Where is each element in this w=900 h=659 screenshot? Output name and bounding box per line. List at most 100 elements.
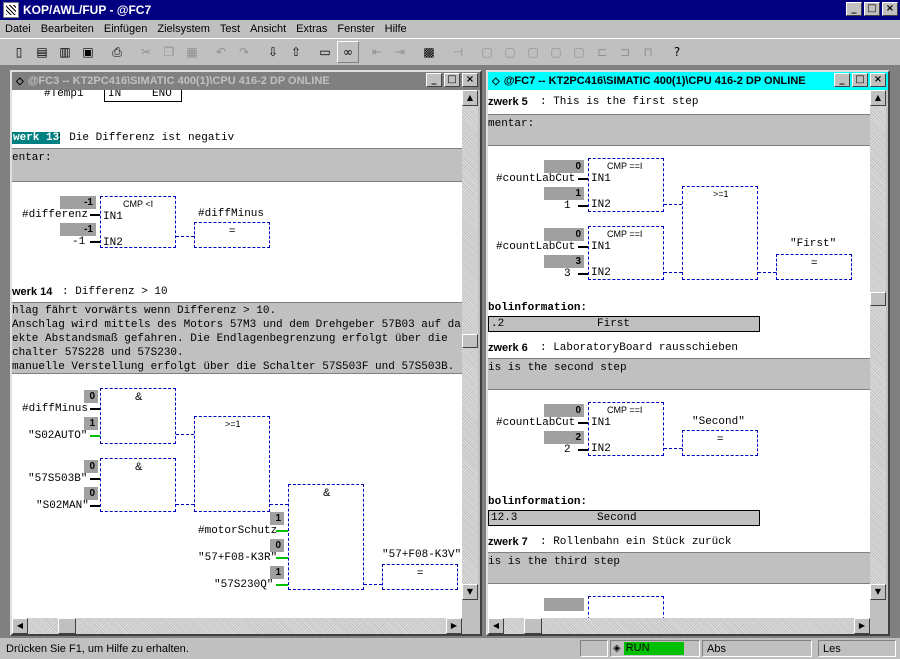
status-run: ◈ RUN: [610, 640, 700, 657]
left-close-button[interactable]: ×: [462, 73, 478, 87]
right-window-titlebar[interactable]: ◇ @FC7 -- KT2PC416\SIMATIC 400(1)\CPU 41…: [488, 72, 888, 90]
menu-einfuegen[interactable]: Einfügen: [99, 23, 152, 35]
right-minimize-button[interactable]: _: [834, 73, 850, 87]
left-editor[interactable]: #Temp1 IN ENO werk 13 : Die Differenz is…: [12, 90, 462, 618]
network-7-label[interactable]: zwerk 7: [488, 536, 528, 548]
n5-or-box[interactable]: >=1: [682, 186, 758, 280]
network-13-label[interactable]: werk 13: [12, 132, 61, 144]
maximize-button[interactable]: □: [864, 2, 880, 16]
left-maximize-button[interactable]: □: [444, 73, 460, 87]
contact-no-icon[interactable]: ⊣: [447, 41, 469, 63]
n6-coil[interactable]: =: [682, 430, 758, 456]
box-icon[interactable]: ▢: [476, 41, 498, 63]
paste-icon[interactable]: ▦: [181, 41, 203, 63]
left-window-titlebar[interactable]: ◇ @FC3 -- KT2PC416\SIMATIC 400(1)\CPU 41…: [12, 72, 480, 90]
network-14-label[interactable]: werk 14: [12, 286, 52, 298]
and-box-2[interactable]: &: [100, 458, 176, 512]
k3v-coil[interactable]: =: [382, 564, 458, 590]
s02man-value: 0: [84, 487, 98, 500]
and-box-3[interactable]: &: [288, 484, 364, 590]
left-hscroll-thumb[interactable]: [58, 618, 76, 634]
new-icon[interactable]: ▯: [8, 41, 30, 63]
glasses-icon[interactable]: ∞: [337, 41, 359, 63]
s02auto-var: "S02AUTO": [28, 430, 88, 442]
n5-cmp-b-box[interactable]: CMP ==I IN1 IN2: [588, 226, 664, 280]
network-next-icon[interactable]: ⇥: [389, 41, 411, 63]
n5-cmp-a-box[interactable]: CMP ==I IN1 IN2: [588, 158, 664, 212]
right-scroll-up[interactable]: ▲: [870, 90, 886, 106]
copy-icon[interactable]: ❐: [158, 41, 180, 63]
motor-var: #motorSchutz: [198, 525, 278, 537]
right-hscroll[interactable]: [488, 618, 870, 634]
n6-cmp-box[interactable]: CMP ==I IN1 IN2: [588, 402, 664, 456]
menu-hilfe[interactable]: Hilfe: [380, 23, 412, 35]
left-minimize-button[interactable]: _: [426, 73, 442, 87]
n5-a-in2-const: 1: [564, 200, 571, 212]
and-box-1[interactable]: &: [100, 388, 176, 444]
box4-icon[interactable]: ▢: [545, 41, 567, 63]
n7-cmp-box[interactable]: [588, 596, 664, 618]
close-button[interactable]: ×: [882, 2, 898, 16]
menu-bearbeiten[interactable]: Bearbeiten: [36, 23, 99, 35]
left-window: ◇ @FC3 -- KT2PC416\SIMATIC 400(1)\CPU 41…: [10, 70, 482, 636]
status-empty: [580, 640, 608, 657]
left-scroll-right[interactable]: ▶: [446, 618, 462, 634]
right-editor[interactable]: zwerk 5 : This is the first step mentar:…: [488, 90, 870, 618]
line-icon[interactable]: ⊓: [637, 41, 659, 63]
menu-ansicht[interactable]: Ansicht: [245, 23, 291, 35]
n13-cmp-box[interactable]: CMP <I IN1 IN2: [100, 196, 176, 249]
n13-out-var: #diffMinus: [198, 208, 265, 220]
monitor-icon[interactable]: ▭: [314, 41, 336, 63]
k3v-var: "57+F08-K3V": [382, 549, 462, 561]
left-scroll-left[interactable]: ◀: [12, 618, 28, 634]
right-scroll-right[interactable]: ▶: [854, 618, 870, 634]
menu-test[interactable]: Test: [215, 23, 245, 35]
box5-icon[interactable]: ▢: [568, 41, 590, 63]
help-icon[interactable]: ?: [666, 41, 688, 63]
right-window: ◇ @FC7 -- KT2PC416\SIMATIC 400(1)\CPU 41…: [486, 70, 890, 636]
temp-in: IN: [108, 90, 122, 100]
minimize-button[interactable]: _: [846, 2, 862, 16]
branch-icon[interactable]: ⊏: [591, 41, 613, 63]
57s230q-var: "57S230Q": [214, 579, 274, 591]
right-scroll-down[interactable]: ▼: [870, 584, 886, 600]
box3-icon[interactable]: ▢: [522, 41, 544, 63]
save-icon[interactable]: ▣: [77, 41, 99, 63]
undo-icon[interactable]: ↶: [210, 41, 232, 63]
upload-icon[interactable]: ⇧: [285, 41, 307, 63]
print-icon[interactable]: ⎙: [106, 41, 128, 63]
accessible-nodes-icon[interactable]: ▥: [54, 41, 76, 63]
n5-a-in1-value: 0: [544, 160, 584, 173]
right-hscroll-thumb[interactable]: [524, 618, 542, 634]
menu-fenster[interactable]: Fenster: [332, 23, 379, 35]
menu-zielsystem[interactable]: Zielsystem: [152, 23, 215, 35]
right-close-button[interactable]: ×: [870, 73, 886, 87]
or-box-1[interactable]: >=1: [194, 416, 270, 512]
right-scroll-left[interactable]: ◀: [488, 618, 504, 634]
menu-extras[interactable]: Extras: [291, 23, 332, 35]
left-vscroll-thumb[interactable]: [462, 334, 478, 348]
left-scroll-down[interactable]: ▼: [462, 584, 478, 600]
menu-datei[interactable]: Datei: [0, 23, 36, 35]
left-scroll-up[interactable]: ▲: [462, 90, 478, 106]
network-prev-icon[interactable]: ⇤: [366, 41, 388, 63]
network-5-label[interactable]: zwerk 5: [488, 96, 528, 108]
download-icon[interactable]: ⇩: [262, 41, 284, 63]
right-vscroll[interactable]: [870, 90, 886, 600]
n5-coil[interactable]: =: [776, 254, 852, 280]
box2-icon[interactable]: ▢: [499, 41, 521, 63]
redo-icon[interactable]: ↷: [233, 41, 255, 63]
app-icon: [3, 2, 19, 18]
overview-icon[interactable]: ▩: [418, 41, 440, 63]
left-hscroll[interactable]: [12, 618, 462, 634]
s02man-var: "S02MAN": [36, 500, 89, 512]
open-icon[interactable]: ▤: [31, 41, 53, 63]
branch-close-icon[interactable]: ⊐: [614, 41, 636, 63]
cut-icon[interactable]: ✂: [135, 41, 157, 63]
right-window-title: @FC7 -- KT2PC416\SIMATIC 400(1)\CPU 416-…: [503, 75, 806, 87]
n13-coil[interactable]: =: [194, 222, 270, 248]
network-6-label[interactable]: zwerk 6: [488, 342, 528, 354]
right-vscroll-thumb[interactable]: [870, 292, 886, 306]
app-titlebar: KOP/AWL/FUP - @FC7 _ □ ×: [0, 0, 900, 20]
right-maximize-button[interactable]: □: [852, 73, 868, 87]
